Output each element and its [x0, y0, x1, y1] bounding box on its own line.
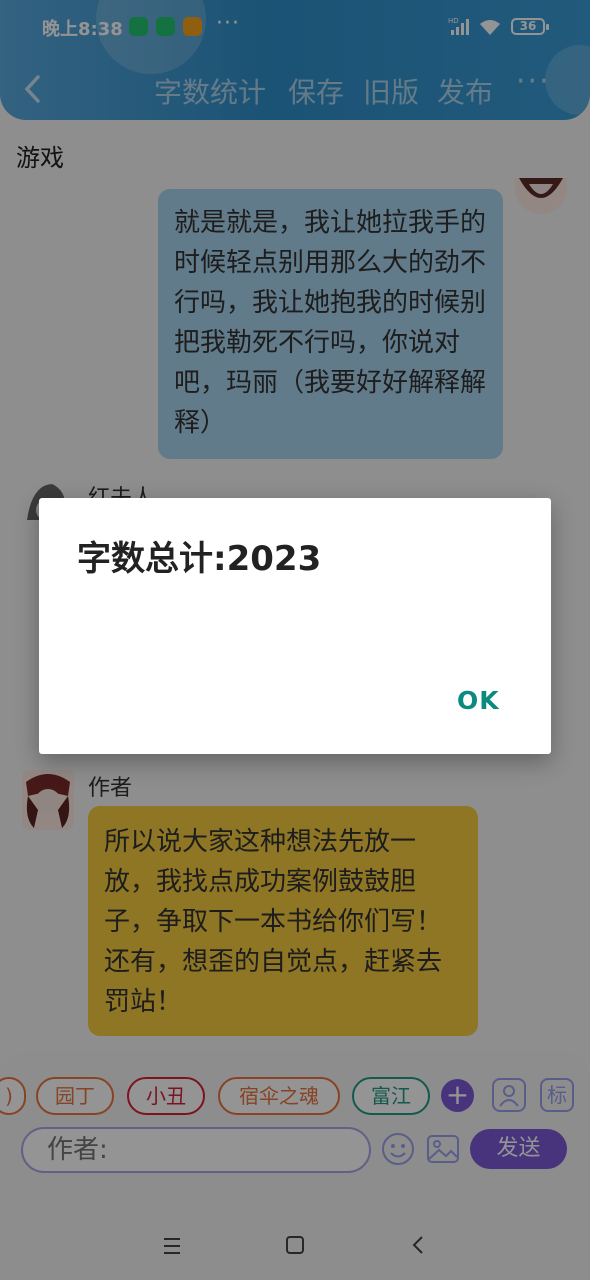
ok-button[interactable]: OK — [457, 686, 500, 715]
word-count-dialog: 字数总计:2023 OK — [39, 498, 551, 754]
dialog-message: 字数总计:2023 — [77, 539, 322, 579]
